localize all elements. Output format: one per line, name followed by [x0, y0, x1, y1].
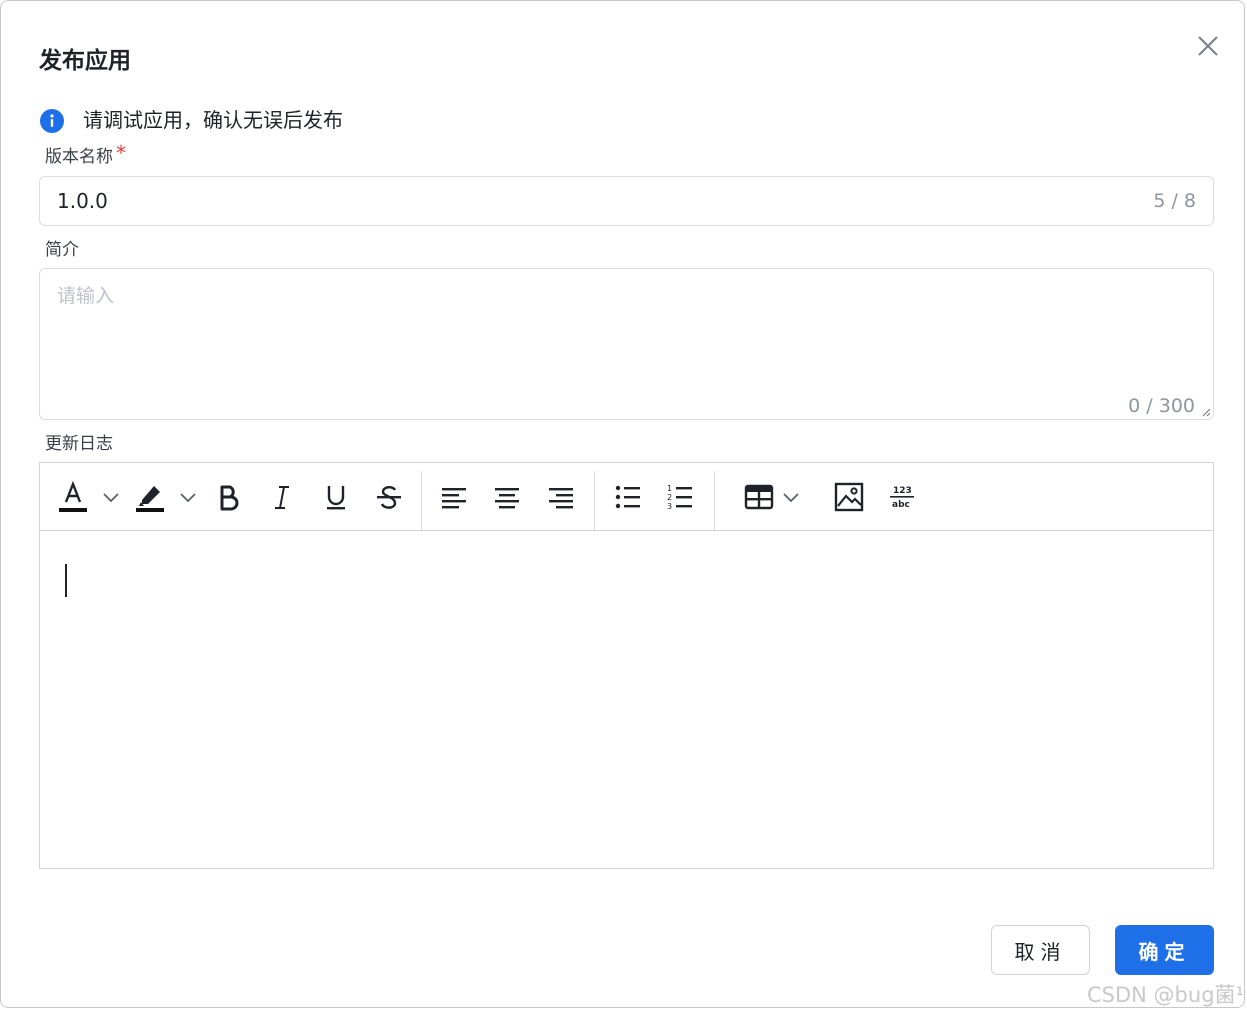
table-button[interactable]	[742, 480, 776, 514]
dialog-title: 发布应用	[39, 48, 131, 74]
editor-toolbar: 1 2 3 123 abc	[40, 463, 1213, 531]
toolbar-divider	[421, 471, 422, 531]
svg-text:123: 123	[893, 486, 912, 496]
svg-text:abc: abc	[892, 500, 910, 510]
changelog-editor: 1 2 3 123 abc	[39, 462, 1214, 869]
version-input[interactable]	[57, 189, 1057, 213]
notice-text: 请调试应用，确认无误后发布	[83, 107, 343, 132]
italic-button[interactable]	[265, 480, 299, 514]
numbers-abc-icon: 123 abc	[890, 486, 914, 510]
font-color-button[interactable]	[56, 480, 90, 514]
align-left-button[interactable]	[437, 480, 471, 514]
info-icon	[40, 109, 64, 133]
text-caret	[65, 564, 67, 597]
intro-placeholder: 请输入	[57, 285, 115, 307]
table-dropdown[interactable]	[778, 480, 804, 514]
watermark: CSDN @bug菌¹	[1087, 983, 1244, 1007]
changelog-label: 更新日志	[45, 434, 113, 454]
close-button[interactable]	[1195, 33, 1221, 59]
confirm-button[interactable]: 确定	[1115, 925, 1214, 975]
bullet-list-button[interactable]	[611, 480, 645, 514]
cancel-button[interactable]: 取消	[991, 925, 1090, 975]
align-left-icon	[442, 488, 466, 509]
bold-button[interactable]	[212, 480, 246, 514]
strikethrough-icon	[377, 486, 401, 509]
version-label-text: 版本名称	[45, 147, 113, 167]
image-button[interactable]	[832, 480, 866, 514]
underline-icon	[327, 486, 345, 510]
chevron-down-icon	[783, 493, 799, 503]
highlighter-icon	[136, 486, 164, 512]
underline-button[interactable]	[319, 480, 353, 514]
notice: 请调试应用，确认无误后发布	[40, 104, 343, 133]
bullet-list-icon	[615, 485, 640, 509]
publish-dialog: 发布应用 请调试应用，确认无误后发布 版本名称* 5 / 8 简介 请输入 0 …	[0, 0, 1245, 1008]
font-color-dropdown[interactable]	[96, 480, 126, 514]
align-center-button[interactable]	[490, 480, 524, 514]
required-mark: *	[116, 141, 126, 165]
numbered-list-icon: 1 2 3	[667, 484, 692, 511]
highlight-button[interactable]	[133, 480, 167, 514]
image-icon	[834, 482, 864, 512]
intro-counter: 0 / 300	[1128, 395, 1195, 417]
chevron-down-icon	[103, 493, 119, 503]
version-counter: 5 / 8	[1153, 190, 1196, 212]
chevron-down-icon	[180, 493, 196, 503]
italic-icon	[275, 486, 289, 509]
svg-text:3: 3	[667, 502, 672, 511]
numbered-list-button[interactable]: 1 2 3	[663, 480, 697, 514]
svg-text:2: 2	[667, 493, 672, 502]
format-numbers-button[interactable]: 123 abc	[885, 480, 919, 514]
intro-label: 简介	[45, 240, 79, 260]
editor-content[interactable]	[40, 531, 1213, 869]
svg-text:1: 1	[667, 484, 672, 493]
toolbar-divider	[594, 471, 595, 531]
toolbar-divider	[714, 471, 715, 531]
align-center-icon	[495, 488, 519, 509]
align-right-button[interactable]	[544, 480, 578, 514]
version-input-box: 5 / 8	[39, 176, 1214, 226]
highlight-dropdown[interactable]	[173, 480, 203, 514]
intro-textarea[interactable]: 请输入 0 / 300	[39, 268, 1214, 420]
close-icon	[1198, 36, 1218, 56]
align-right-icon	[549, 488, 573, 509]
resize-handle-icon[interactable]	[1201, 407, 1211, 417]
version-label: 版本名称 *	[45, 141, 126, 167]
strikethrough-button[interactable]	[372, 480, 406, 514]
bold-icon	[220, 485, 239, 511]
table-icon	[744, 484, 774, 510]
font-color-icon	[59, 480, 87, 512]
